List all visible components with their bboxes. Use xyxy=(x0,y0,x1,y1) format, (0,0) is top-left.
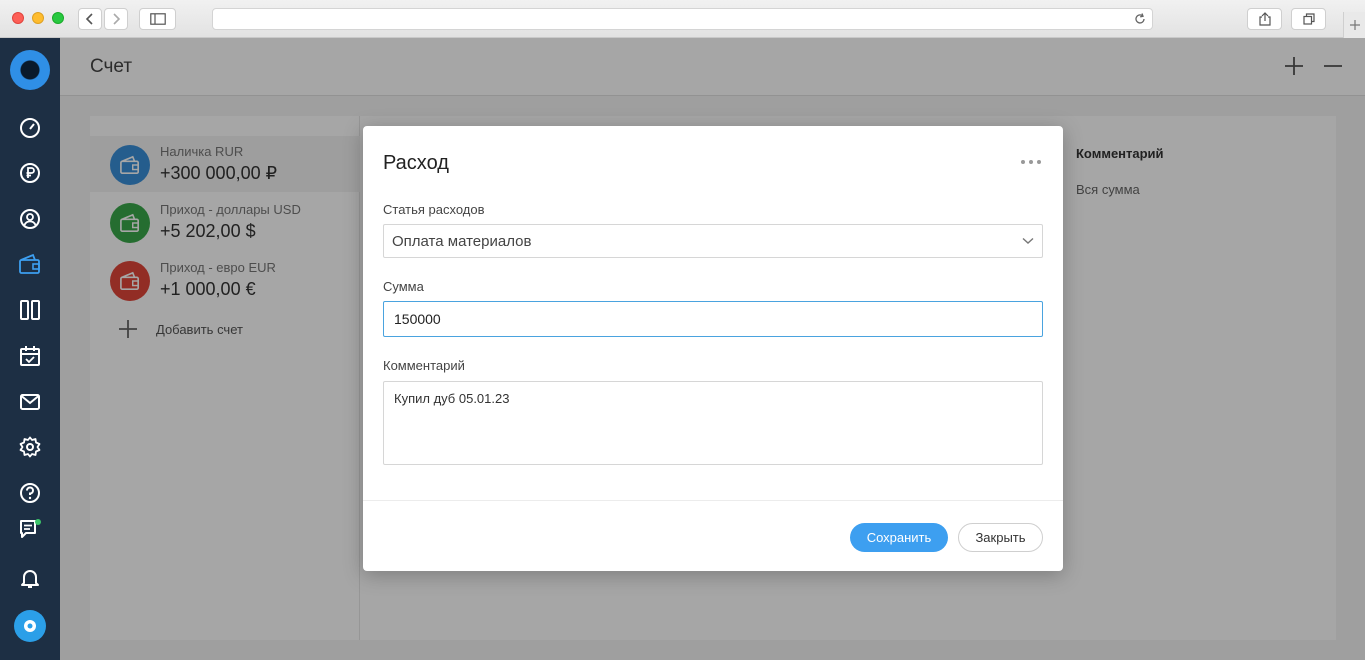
comment-textarea[interactable]: Купил дуб 05.01.23 xyxy=(383,381,1043,465)
sidebar-item-dashboard[interactable] xyxy=(17,115,43,141)
chat-icon xyxy=(20,519,41,538)
share-button[interactable] xyxy=(1247,8,1282,30)
new-tab-button[interactable] xyxy=(1343,12,1365,38)
sidebar-item-finance[interactable] xyxy=(17,160,43,186)
amount-input[interactable] xyxy=(383,301,1043,337)
save-button[interactable]: Сохранить xyxy=(850,523,948,552)
amount-label: Сумма xyxy=(383,279,424,294)
app-sidebar xyxy=(0,38,60,660)
back-icon xyxy=(85,13,93,25)
category-selected-value: Оплата материалов xyxy=(392,232,532,250)
sidebar-item-help[interactable] xyxy=(17,480,43,506)
close-button[interactable]: Закрыть xyxy=(958,523,1043,552)
sidebar-item-calendar[interactable] xyxy=(17,343,43,369)
category-select[interactable]: Оплата материалов xyxy=(383,224,1043,258)
user-icon xyxy=(20,209,40,229)
sidebar-item-chat[interactable] xyxy=(17,516,43,542)
question-icon xyxy=(20,483,40,503)
chevron-down-icon xyxy=(1022,237,1034,244)
address-bar[interactable] xyxy=(212,8,1153,30)
share-icon xyxy=(1258,12,1271,26)
maximize-window-button[interactable] xyxy=(52,12,64,24)
forward-button[interactable] xyxy=(104,8,128,30)
mail-icon xyxy=(20,394,40,410)
forward-icon xyxy=(113,13,121,25)
calendar-icon xyxy=(20,346,40,366)
comment-label: Комментарий xyxy=(383,358,465,373)
tabs-overview-button[interactable] xyxy=(1291,8,1326,30)
speedometer-icon xyxy=(20,118,40,138)
expense-dialog: Расход Статья расходов Оплата материалов… xyxy=(363,126,1063,571)
sidebar-item-profile[interactable] xyxy=(17,206,43,232)
app-logo[interactable] xyxy=(10,50,50,90)
category-label: Статья расходов xyxy=(383,202,485,217)
user-avatar[interactable] xyxy=(14,610,46,642)
sidebar-item-mail[interactable] xyxy=(17,389,43,415)
bell-icon xyxy=(21,570,39,588)
minimize-window-button[interactable] xyxy=(32,12,44,24)
dialog-footer: Сохранить Закрыть xyxy=(363,500,1063,571)
reload-icon[interactable] xyxy=(1134,13,1146,25)
dialog-title: Расход xyxy=(383,152,449,174)
back-button[interactable] xyxy=(78,8,102,30)
sidebar-item-boards[interactable] xyxy=(17,297,43,323)
ruble-icon xyxy=(20,163,40,183)
sidebar-item-settings[interactable] xyxy=(17,434,43,460)
tabs-icon xyxy=(1302,13,1315,25)
new-tab-icon xyxy=(1349,20,1360,30)
sidebar-toggle-button[interactable] xyxy=(139,8,176,30)
browser-toolbar xyxy=(0,0,1365,38)
sidebar-icon xyxy=(149,13,166,25)
more-options-icon[interactable] xyxy=(1021,160,1041,166)
app-avatar-icon xyxy=(24,620,36,632)
wallet-icon xyxy=(19,253,40,274)
close-window-button[interactable] xyxy=(12,12,24,24)
columns-icon xyxy=(20,300,40,320)
sidebar-item-notifications[interactable] xyxy=(17,565,43,591)
sidebar-item-accounts[interactable] xyxy=(17,251,43,277)
gear-icon xyxy=(19,436,41,458)
